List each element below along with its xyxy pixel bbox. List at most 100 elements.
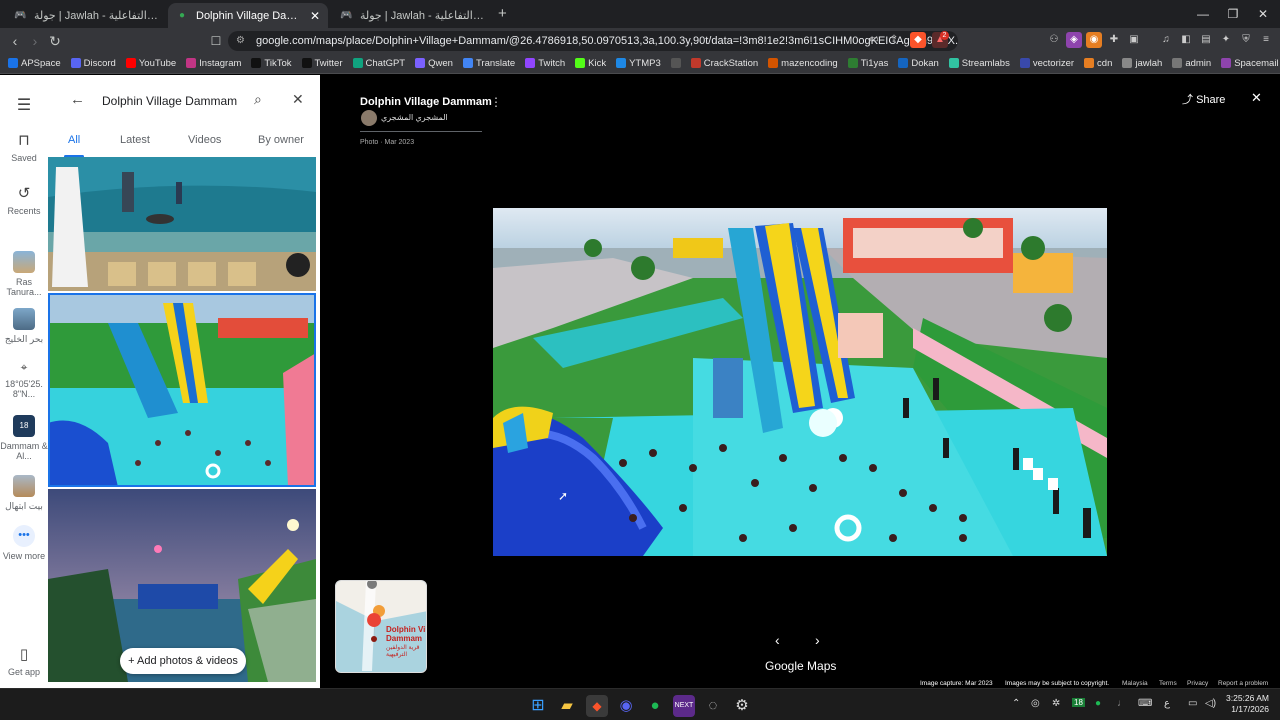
bookmark-discord[interactable]: Discord bbox=[70, 58, 116, 69]
start-icon[interactable]: ⊞ bbox=[527, 695, 549, 717]
bookmark-apspace[interactable]: APSpace bbox=[8, 58, 61, 69]
close-tab-icon[interactable]: ✕ bbox=[310, 9, 320, 23]
restore-icon[interactable]: ❐ bbox=[1218, 4, 1248, 24]
bookmark-chatgpt[interactable]: ChatGPT bbox=[352, 58, 405, 69]
add-photos-button[interactable]: + Add photos & videos bbox=[120, 648, 246, 674]
bookmark-kick[interactable]: Kick bbox=[575, 58, 606, 69]
settings-icon[interactable]: ⚙ bbox=[731, 695, 753, 717]
bookmark-twitter[interactable]: Twitter bbox=[301, 58, 343, 69]
close-viewer-icon[interactable]: ✕ bbox=[1251, 90, 1262, 106]
brave-shield-icon[interactable]: ◆ bbox=[910, 32, 926, 48]
cast-icon[interactable]: ▭ bbox=[866, 32, 882, 48]
file-explorer-icon[interactable]: ▰ bbox=[556, 695, 578, 717]
recents-button[interactable]: ↺ Recents bbox=[0, 184, 48, 216]
site-info-icon[interactable]: ⚙ bbox=[236, 31, 245, 51]
wallet-icon[interactable]: ▤ bbox=[1198, 32, 1214, 48]
more-options-icon[interactable]: ⋮ bbox=[490, 95, 502, 109]
tab-all[interactable]: All bbox=[68, 134, 80, 146]
microphone-icon[interactable]: ♩ bbox=[1117, 698, 1127, 709]
author-name[interactable]: المشجري المشجري bbox=[381, 113, 448, 122]
forward-icon[interactable]: › bbox=[24, 30, 46, 52]
place-title[interactable]: Dolphin Village Dammam bbox=[360, 96, 492, 108]
bookmark-admin[interactable]: admin bbox=[1172, 58, 1211, 69]
extension-2-icon[interactable]: ◈ bbox=[1066, 32, 1082, 48]
discord-icon[interactable]: ◉ bbox=[615, 695, 637, 717]
share-button[interactable]: ⤴ Share bbox=[1182, 91, 1225, 107]
leo-icon[interactable]: ✦ bbox=[1218, 32, 1234, 48]
bookmark-twitch[interactable]: Twitch bbox=[525, 58, 565, 69]
tab-by-owner[interactable]: By owner bbox=[258, 134, 304, 146]
media-icon[interactable]: ♫ bbox=[1158, 32, 1174, 48]
tab-latest[interactable]: Latest bbox=[120, 134, 150, 146]
bookmark-spacemail[interactable]: Spacemail bbox=[1221, 58, 1279, 69]
share-page-icon[interactable]: ⇪ bbox=[886, 32, 902, 48]
tray-status-icon[interactable]: ● bbox=[1095, 698, 1101, 709]
next-app-icon[interactable]: NEXT bbox=[673, 695, 695, 717]
bookmark-vectorizer[interactable]: vectorizer bbox=[1019, 58, 1074, 69]
main-photo[interactable] bbox=[493, 208, 1107, 556]
bookmark-qwen[interactable]: Qwen bbox=[415, 58, 453, 69]
sidebar-icon[interactable]: ◧ bbox=[1178, 32, 1194, 48]
bookmark-translate[interactable]: Translate bbox=[462, 58, 515, 69]
search-input[interactable]: Dolphin Village Dammam bbox=[102, 94, 237, 108]
bookmark-instagram[interactable]: Instagram bbox=[186, 58, 241, 69]
extensions-icon[interactable]: ✚ bbox=[1106, 32, 1122, 48]
menu-icon[interactable]: ≡ bbox=[1258, 32, 1274, 48]
tab-jawlah-2[interactable]: 🎮 جولة | Jawlah - منصة الألعاب التفاعلية bbox=[332, 3, 492, 28]
previous-photo-icon[interactable]: ‹ bbox=[775, 632, 780, 648]
brave-browser-icon[interactable]: ◆ bbox=[586, 695, 608, 717]
photo-thumbnail-water-slides[interactable] bbox=[48, 293, 316, 487]
tab-videos[interactable]: Videos bbox=[188, 134, 221, 146]
author-avatar[interactable] bbox=[361, 110, 377, 126]
screenshot-icon[interactable]: ▣ bbox=[1126, 32, 1142, 48]
saved-button[interactable]: ⊓ Saved bbox=[0, 131, 48, 163]
bookmark-crackstation[interactable]: CrackStation bbox=[690, 58, 758, 69]
clock-app-icon[interactable]: ◌ bbox=[702, 695, 724, 717]
recent-item-gulf[interactable]: بحر الخليج bbox=[0, 308, 48, 345]
bookmark-dokan[interactable]: Dokan bbox=[898, 58, 939, 69]
recent-item-coordinates[interactable]: ⌖ 18°05'25. 8"N... bbox=[0, 360, 48, 399]
region-link[interactable]: Malaysia bbox=[1122, 680, 1148, 687]
display-icon[interactable]: ▭ bbox=[1188, 698, 1197, 709]
recent-item-dammam[interactable]: 18 Dammam & Al... bbox=[0, 415, 48, 461]
extension-1-icon[interactable]: ⚇ bbox=[1046, 32, 1062, 48]
clock[interactable]: 3:25:26 AM 1/17/2026 bbox=[1226, 693, 1269, 715]
reload-icon[interactable]: ↻ bbox=[44, 30, 66, 52]
view-more-button[interactable]: ••• View more bbox=[0, 525, 48, 561]
bookmark-jawlah[interactable]: jawlah bbox=[1122, 58, 1162, 69]
recent-item-house[interactable]: بيت ابتهال bbox=[0, 475, 48, 512]
keyboard-icon[interactable]: ⌨ bbox=[1138, 698, 1152, 709]
spotify-icon[interactable]: ● bbox=[644, 695, 666, 717]
menu-icon[interactable]: ☰ bbox=[0, 95, 48, 115]
tray-badge[interactable]: 18 bbox=[1072, 698, 1085, 707]
privacy-link[interactable]: Privacy bbox=[1187, 680, 1208, 687]
photo-thumbnail-dolphin-show[interactable] bbox=[48, 157, 316, 291]
volume-icon[interactable]: ◁) bbox=[1205, 698, 1216, 709]
bookmark-mazencoding[interactable]: mazencoding bbox=[768, 58, 838, 69]
bookmark-ti1yas[interactable]: Ti1yas bbox=[847, 58, 888, 69]
bookmark-youtube[interactable]: YouTube bbox=[125, 58, 176, 69]
bookmark-ytmp3[interactable]: YTMP3 bbox=[616, 58, 661, 69]
new-tab-icon[interactable]: + bbox=[498, 5, 507, 22]
bookmark-streamlabs[interactable]: Streamlabs bbox=[948, 58, 1010, 69]
address-bar[interactable]: ⚙ google.com/maps/place/Dolphin+Village+… bbox=[228, 31, 958, 51]
tray-network-icon[interactable]: ✲ bbox=[1052, 698, 1060, 709]
search-icon[interactable]: ⌕ bbox=[254, 91, 262, 108]
get-app-button[interactable]: ▯ Get app bbox=[0, 645, 48, 677]
bookmark-icon[interactable]: ☐ bbox=[205, 30, 227, 52]
tab-jawlah-1[interactable]: 🎮 جولة | Jawlah - منصة الألعاب التفاعلية bbox=[6, 3, 166, 28]
tray-app-icon[interactable]: ◎ bbox=[1031, 698, 1040, 709]
vpn-icon[interactable]: ⛨ bbox=[1238, 32, 1254, 48]
bookmark-tiktok[interactable]: TikTok bbox=[251, 58, 292, 69]
next-photo-icon[interactable]: › bbox=[815, 632, 820, 648]
bookmark-cdn[interactable]: cdn bbox=[1084, 58, 1112, 69]
minimize-icon[interactable]: — bbox=[1188, 4, 1218, 24]
terms-link[interactable]: Terms bbox=[1159, 680, 1177, 687]
back-arrow-icon[interactable]: ← bbox=[70, 91, 85, 108]
language-indicator[interactable]: ع bbox=[1164, 698, 1170, 709]
extension-3-icon[interactable]: ◉ bbox=[1086, 32, 1102, 48]
close-window-icon[interactable]: ✕ bbox=[1248, 4, 1278, 24]
back-icon[interactable]: ‹ bbox=[4, 30, 26, 52]
bookmark-settings[interactable] bbox=[670, 58, 681, 68]
close-icon[interactable]: ✕ bbox=[292, 91, 304, 108]
